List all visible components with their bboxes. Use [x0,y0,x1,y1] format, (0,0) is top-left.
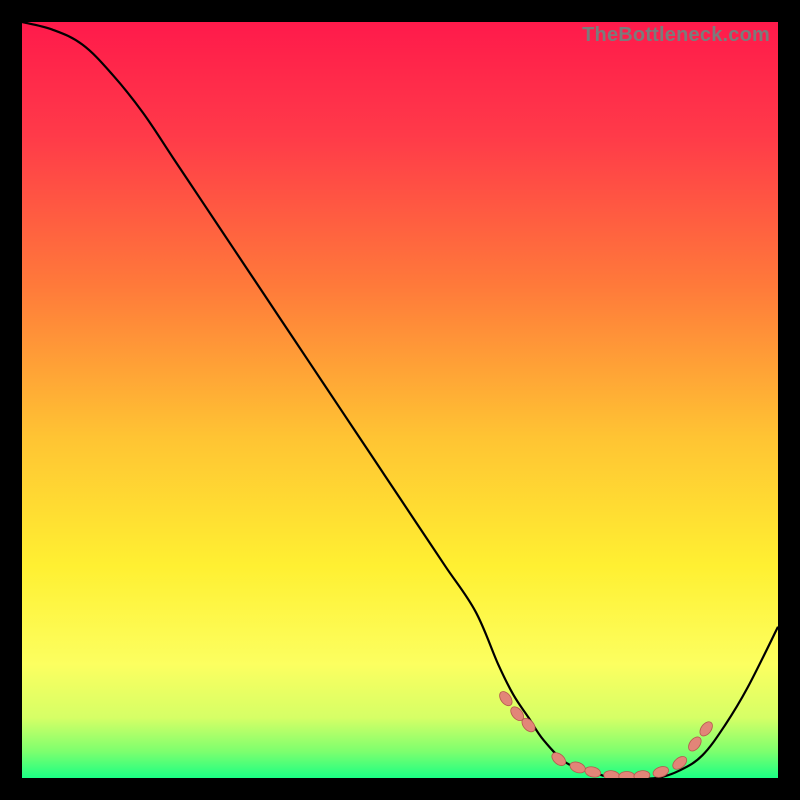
highlight-marker [697,719,715,738]
curve-layer [22,22,778,778]
highlight-marker [603,770,620,778]
bottleneck-curve [22,22,778,778]
marker-group [497,689,715,778]
chart-frame: TheBottleneck.com [0,0,800,800]
highlight-marker [549,750,568,768]
highlight-marker [584,765,602,778]
highlight-marker [633,770,650,778]
highlight-marker [670,754,689,772]
highlight-marker [686,735,704,754]
highlight-marker [619,771,635,778]
watermark-label: TheBottleneck.com [582,24,770,47]
plot-area: TheBottleneck.com [22,22,778,778]
highlight-marker [568,760,587,775]
